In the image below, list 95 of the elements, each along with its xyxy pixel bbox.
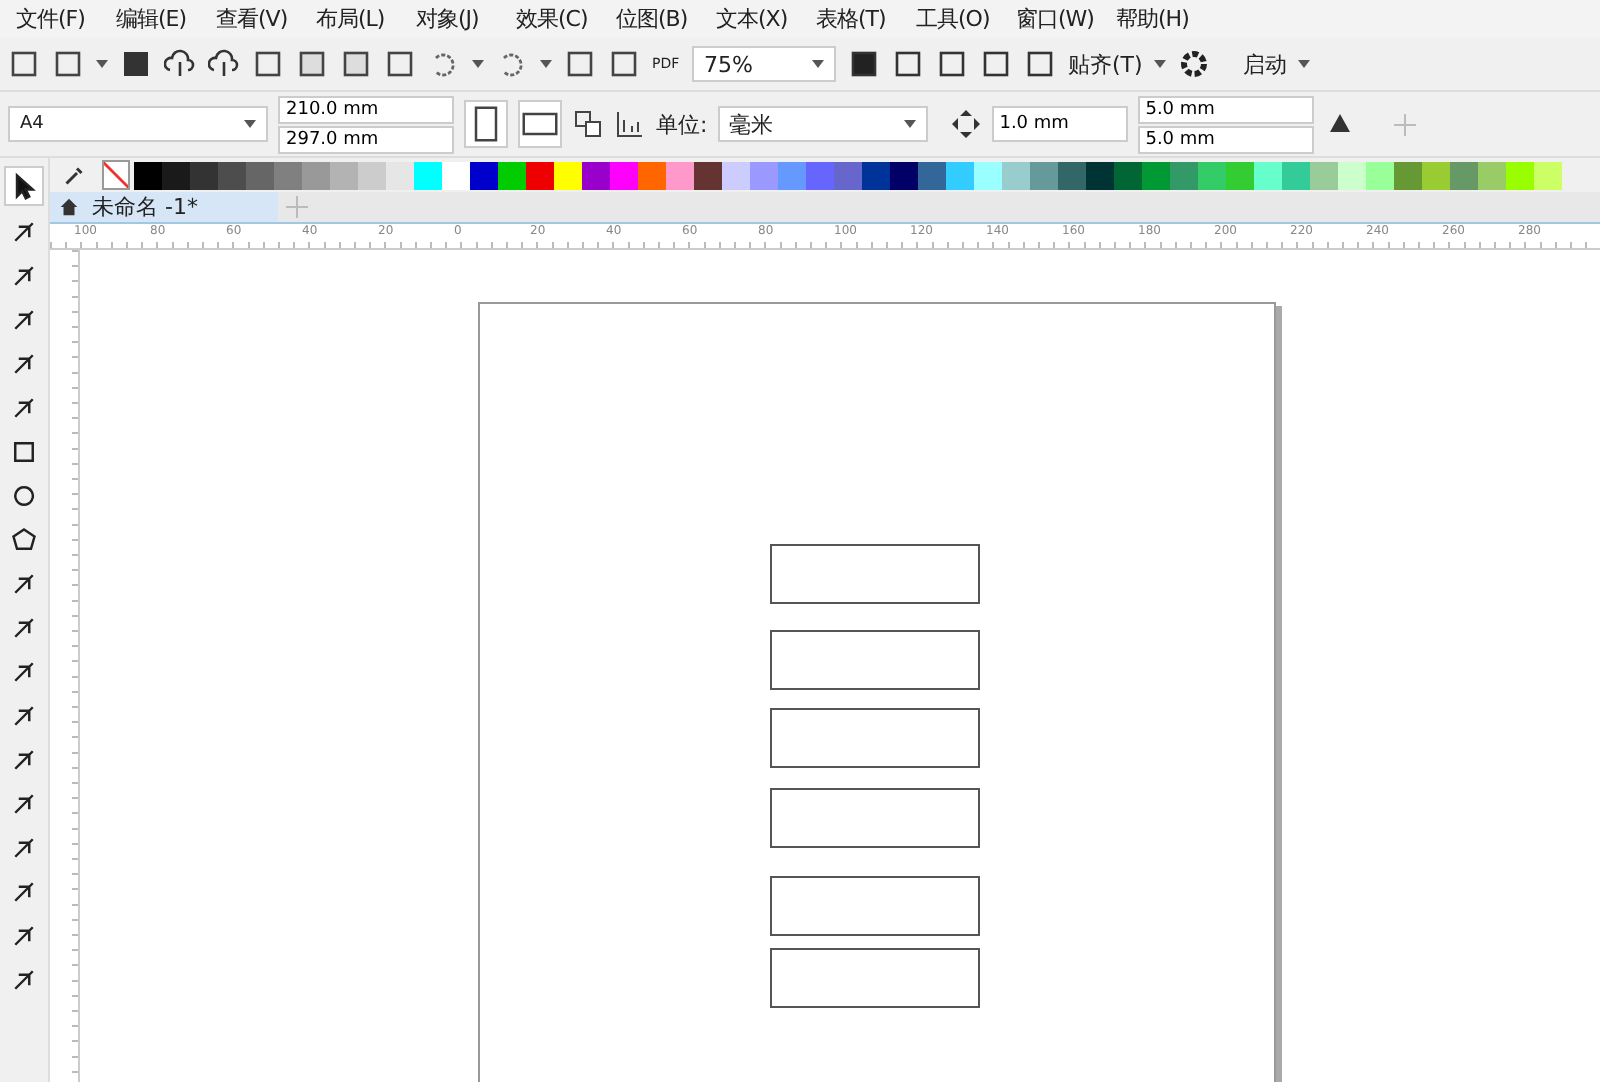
color-swatch[interactable] — [302, 161, 330, 189]
page-size-dropdown[interactable]: A4 — [8, 106, 268, 142]
menu-item[interactable]: 编辑(E) — [116, 4, 216, 34]
color-swatch[interactable] — [1114, 161, 1142, 189]
caret-icon — [903, 120, 916, 128]
color-swatch[interactable] — [722, 161, 750, 189]
color-swatch[interactable] — [470, 161, 498, 189]
cloud-upload-icon[interactable] — [208, 48, 240, 80]
caret-icon[interactable] — [472, 60, 484, 68]
color-swatch[interactable] — [218, 161, 246, 189]
color-swatch[interactable] — [1002, 161, 1030, 189]
pointer-icon[interactable] — [4, 166, 44, 206]
color-swatch[interactable] — [890, 161, 918, 189]
caret-icon — [244, 120, 256, 128]
zoom-dropdown[interactable]: 75% — [692, 46, 836, 82]
duplicate-x-field[interactable]: 5.0 mm — [1137, 95, 1314, 123]
color-swatch[interactable] — [1366, 161, 1394, 189]
color-swatch[interactable] — [946, 161, 974, 189]
color-swatch[interactable] — [1086, 161, 1114, 189]
color-swatch[interactable] — [1478, 161, 1506, 189]
color-swatch[interactable] — [974, 161, 1002, 189]
caret-icon — [1298, 60, 1311, 68]
color-swatch[interactable] — [1534, 161, 1562, 189]
color-swatch[interactable] — [582, 161, 610, 189]
page-width-field[interactable]: 210.0 mm — [278, 95, 454, 123]
color-swatch[interactable] — [1254, 161, 1282, 189]
home-icon[interactable] — [58, 196, 80, 218]
menu-item[interactable]: 效果(C) — [516, 4, 616, 34]
color-swatch[interactable] — [694, 161, 722, 189]
color-swatch[interactable] — [918, 161, 946, 189]
color-swatch[interactable] — [778, 161, 806, 189]
color-swatch[interactable] — [1394, 161, 1422, 189]
menu-item[interactable]: 表格(T) — [816, 4, 916, 34]
color-swatch[interactable] — [610, 161, 638, 189]
color-swatch[interactable] — [330, 161, 358, 189]
color-swatch[interactable] — [666, 161, 694, 189]
caret-icon — [1154, 60, 1167, 68]
landscape-icon[interactable] — [518, 100, 562, 148]
color-swatch[interactable] — [638, 161, 666, 189]
color-swatch[interactable] — [1198, 161, 1226, 189]
menu-item[interactable]: 工具(O) — [916, 4, 1016, 34]
menu-item[interactable]: 查看(V) — [216, 4, 316, 34]
color-swatch[interactable] — [1450, 161, 1478, 189]
menu-item[interactable]: 窗口(W) — [1016, 4, 1116, 34]
caret-icon[interactable] — [540, 60, 552, 68]
portrait-icon[interactable] — [464, 100, 508, 148]
page-height-field[interactable]: 297.0 mm — [278, 125, 454, 153]
menu-item[interactable]: 文件(F) — [16, 4, 116, 34]
color-swatch[interactable] — [554, 161, 582, 189]
color-swatch[interactable] — [1030, 161, 1058, 189]
color-swatch[interactable] — [1226, 161, 1254, 189]
color-swatch[interactable] — [386, 161, 414, 189]
menu-item[interactable]: 文本(X) — [716, 4, 816, 34]
color-swatch[interactable] — [526, 161, 554, 189]
cloud-download-icon[interactable] — [164, 48, 196, 80]
color-swatch[interactable] — [862, 161, 890, 189]
settings-icon[interactable] — [1178, 48, 1211, 80]
bars-icon[interactable] — [614, 108, 646, 140]
color-swatch[interactable] — [246, 161, 274, 189]
color-swatch[interactable] — [750, 161, 778, 189]
color-swatch[interactable] — [134, 161, 162, 189]
snap-menu[interactable]: 贴齐(T) — [1068, 49, 1143, 79]
save-icon[interactable] — [120, 48, 152, 80]
color-swatch[interactable] — [1142, 161, 1170, 189]
menu-item[interactable]: 布局(L) — [316, 4, 416, 34]
caret-icon — [812, 60, 824, 68]
color-swatch[interactable] — [498, 161, 526, 189]
launch-button[interactable]: 启动 — [1242, 49, 1287, 79]
menu-item[interactable]: 帮助(H) — [1116, 4, 1216, 34]
color-swatch[interactable] — [1170, 161, 1198, 189]
pages-icon[interactable] — [572, 108, 604, 140]
color-swatch[interactable] — [806, 161, 834, 189]
color-swatch[interactable] — [1422, 161, 1450, 189]
color-swatch[interactable] — [442, 161, 470, 189]
color-swatch[interactable] — [414, 161, 442, 189]
color-swatch[interactable] — [1506, 161, 1534, 189]
color-swatch[interactable] — [1338, 161, 1366, 189]
color-swatch[interactable] — [358, 161, 386, 189]
color-swatch[interactable] — [190, 161, 218, 189]
caret-icon[interactable] — [96, 60, 108, 68]
duplicate-y-field[interactable]: 5.0 mm — [1137, 125, 1314, 153]
unit-dropdown[interactable]: 毫米 — [717, 106, 928, 142]
menu-item[interactable]: 对象(J) — [416, 4, 516, 34]
nudge-field[interactable]: 1.0 mm — [991, 106, 1128, 142]
color-swatch[interactable] — [162, 161, 190, 189]
color-swatch[interactable] — [1058, 161, 1086, 189]
move-arrows-icon — [949, 108, 982, 140]
no-color-swatch[interactable] — [102, 160, 130, 190]
color-swatch[interactable] — [834, 161, 862, 189]
color-swatch[interactable] — [274, 161, 302, 189]
menu-item[interactable]: 位图(B) — [616, 4, 716, 34]
document-tab[interactable]: 未命名 -1* — [50, 192, 278, 222]
unit-label: 单位: — [656, 109, 708, 139]
color-swatch[interactable] — [1282, 161, 1310, 189]
color-swatch[interactable] — [1310, 161, 1338, 189]
